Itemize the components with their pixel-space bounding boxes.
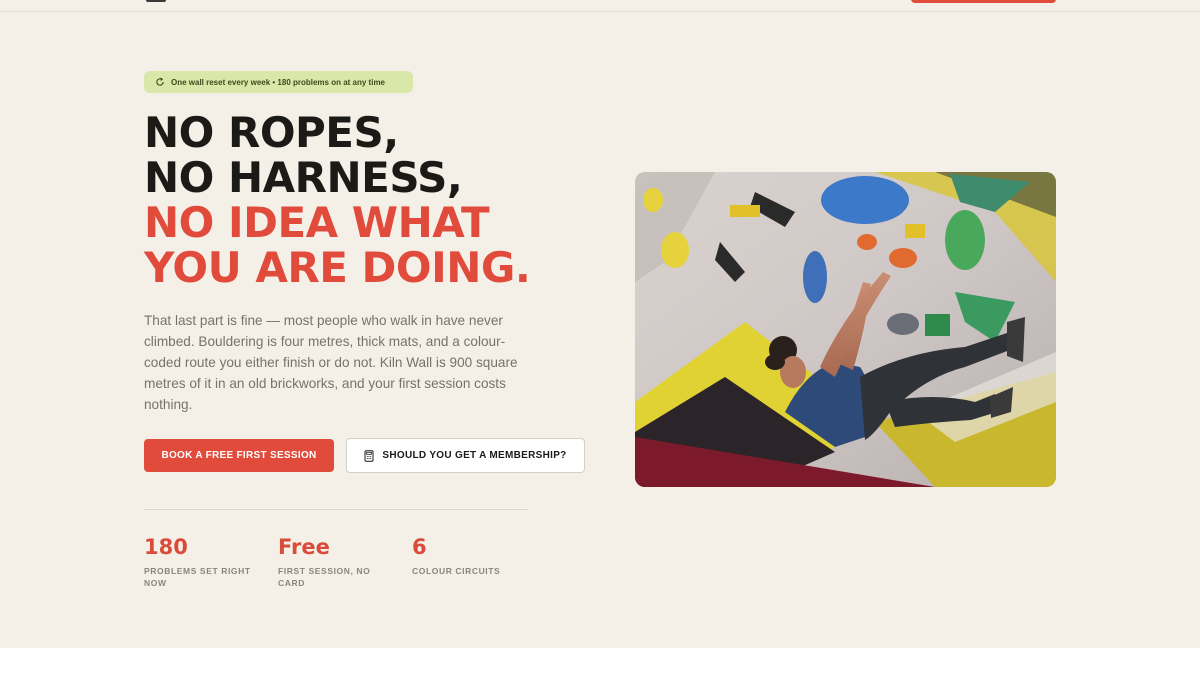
stats-divider: [144, 509, 528, 510]
intro-paragraph: That last part is fine — most people who…: [144, 313, 518, 412]
stat-problems: 180 PROBLEMS SET RIGHT NOW: [144, 535, 254, 589]
stat-value: 6: [412, 535, 427, 559]
stat-label: COLOUR CIRCUITS: [412, 566, 501, 576]
page-title: NO ROPES, NO HARNESS, NO IDEA WHAT YOU A…: [144, 108, 531, 292]
reset-badge: One wall reset every week • 180 problems…: [144, 71, 413, 93]
stat-first-session: Free FIRST SESSION, NO CARD: [278, 535, 388, 589]
headline-line-4: YOU ARE DOING.: [144, 243, 531, 292]
stat-label: PROBLEMS SET RIGHT NOW: [144, 566, 251, 588]
climber-photo: [635, 172, 1056, 487]
calculator-icon: [364, 449, 374, 462]
stat-circuits: 6 COLOUR CIRCUITS: [412, 535, 522, 577]
headline-line-1: NO ROPES,: [144, 108, 399, 157]
refresh-icon: [156, 77, 164, 86]
stat-label: FIRST SESSION, NO CARD: [278, 566, 371, 588]
stat-value: Free: [278, 535, 330, 559]
headline-line-3: NO IDEA WHAT: [144, 198, 490, 247]
nav-cta-button[interactable]: [911, 0, 1056, 3]
hero-section: One wall reset every week • 180 problems…: [0, 0, 1200, 648]
below-fold-section: [0, 648, 1200, 675]
logo-icon[interactable]: [146, 0, 166, 2]
membership-button-label: SHOULD YOU GET A MEMBERSHIP?: [382, 450, 567, 461]
headline-line-2: NO HARNESS,: [144, 153, 463, 202]
book-free-session-button[interactable]: BOOK A FREE FIRST SESSION: [144, 439, 334, 472]
membership-button[interactable]: SHOULD YOU GET A MEMBERSHIP?: [346, 438, 585, 473]
book-free-session-label: BOOK A FREE FIRST SESSION: [161, 450, 317, 461]
badge-text: One wall reset every week • 180 problems…: [171, 77, 386, 87]
stat-value: 180: [144, 535, 188, 559]
top-nav-bar: [0, 0, 1200, 12]
